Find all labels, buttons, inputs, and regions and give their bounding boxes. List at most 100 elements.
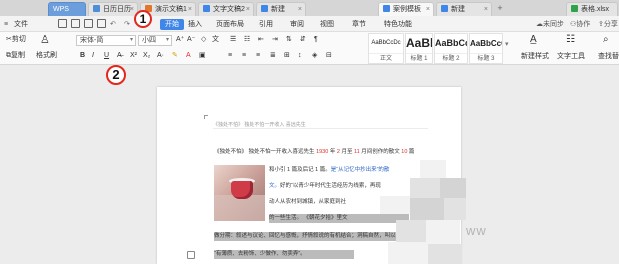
tab-new-2[interactable]: 新建 ×	[436, 2, 492, 16]
styles-more-icon[interactable]: ▾	[505, 40, 509, 50]
menu-start[interactable]: 开始	[160, 19, 184, 30]
text-tools-button[interactable]: 文字工具	[557, 52, 585, 62]
menu-page-layout[interactable]: 页面布局	[216, 19, 244, 30]
sort-icon[interactable]: ⇵	[300, 35, 306, 45]
close-tab-icon[interactable]: ×	[426, 3, 430, 16]
menu-view[interactable]: 视图	[320, 19, 334, 30]
collaborate-button[interactable]: ⚇协作	[570, 19, 590, 30]
text-tools-icon[interactable]: ☷	[566, 35, 575, 45]
highlight-icon[interactable]: ✎	[172, 51, 178, 61]
cloud-icon: ☁	[536, 21, 543, 28]
style-sample: AaBbCcC	[435, 38, 467, 48]
format-painter-button[interactable]: 格式刷	[36, 51, 57, 61]
font-size-value: 小四	[142, 37, 156, 44]
menu-special[interactable]: 特色功能	[384, 19, 412, 30]
underline-icon[interactable]: U	[104, 51, 109, 61]
new-tab-plus-icon[interactable]: +	[494, 2, 506, 14]
menu-review[interactable]: 审阅	[290, 19, 304, 30]
new-style-icon[interactable]: A̲	[530, 35, 537, 45]
close-tab-icon[interactable]: ×	[298, 3, 302, 16]
mosaic-block	[410, 178, 440, 198]
menu-file[interactable]: 文件	[14, 19, 28, 30]
export-icon[interactable]	[97, 19, 106, 28]
close-tab-icon[interactable]: ×	[130, 3, 134, 16]
style-heading-2[interactable]: AaBbCcC 标题 2	[434, 33, 468, 64]
chevron-down-icon: ▾	[129, 37, 133, 43]
save-icon[interactable]	[58, 19, 67, 28]
unsynced-status[interactable]: ☁未同步	[536, 19, 564, 30]
decrease-indent-icon[interactable]: ⇤	[258, 35, 264, 45]
subscript-icon[interactable]: X₂	[143, 51, 150, 61]
line-spacing-icon[interactable]: ↕	[298, 51, 302, 61]
text-line[interactable]: 动人从农村到城镇，从家庭到社	[269, 198, 389, 207]
document-icon	[261, 5, 268, 12]
menu-insert[interactable]: 插入	[188, 19, 202, 30]
shrink-font-icon[interactable]: A⁻	[187, 35, 195, 45]
text-direction-icon[interactable]: ⇅	[286, 35, 292, 45]
menu-icon[interactable]: ≡	[4, 19, 8, 30]
find-replace-button[interactable]: 查找替换	[598, 52, 619, 62]
close-tab-icon[interactable]: ×	[484, 3, 488, 16]
text-run: 好的“以青少年时代生活经历为线索，再现	[280, 183, 381, 189]
undo-icon[interactable]: ↶	[110, 19, 116, 30]
grow-font-icon[interactable]: A⁺	[176, 35, 184, 45]
numbered-list-icon[interactable]: ☷	[244, 35, 250, 45]
text-line[interactable]: 《独处不怕》 独处不怕一开收入喜远先生 1930 年 2 月至 11 月间创作的…	[214, 148, 454, 157]
redo-icon[interactable]: ↷	[124, 19, 130, 30]
font-name-select[interactable]: 宋体-简 ▾	[76, 35, 136, 46]
bullet-list-icon[interactable]: ☰	[230, 35, 236, 45]
font-color-icon[interactable]: A	[186, 51, 191, 61]
cut-button[interactable]: ✂剪切	[6, 35, 26, 45]
text-run: 月间创作的散文	[359, 149, 402, 155]
text-run: 动人从农村到城镇，从家庭到社	[269, 199, 347, 205]
borders-icon[interactable]: ⊟	[326, 51, 332, 61]
align-left-icon[interactable]: ≡	[228, 51, 232, 61]
text-run: “有薄质、去粉饰、少做作、勿卖弄”。	[214, 251, 306, 257]
callout-2: 2	[106, 65, 126, 85]
strikethrough-icon[interactable]: A̶	[117, 51, 122, 61]
style-heading-3[interactable]: AaBbCcC 标题 3	[469, 33, 503, 64]
copy-button[interactable]: ⧉复制	[6, 51, 25, 61]
close-tab-icon[interactable]: ×	[188, 3, 192, 16]
italic-icon[interactable]: I	[92, 51, 94, 61]
menu-references[interactable]: 引用	[259, 19, 273, 30]
phonetic-icon[interactable]: 文	[212, 35, 219, 45]
distributed-icon[interactable]: ⊞	[284, 51, 290, 61]
font-size-select[interactable]: 小四 ▾	[138, 35, 172, 46]
tab-label: 演示文稿1	[155, 6, 187, 13]
close-tab-icon[interactable]: ×	[246, 3, 250, 16]
tab-text-doc-2[interactable]: 文字文稿2 ×	[198, 2, 254, 16]
print-preview-icon[interactable]	[84, 19, 93, 28]
document-image[interactable]	[214, 165, 265, 221]
format-painter-icon[interactable]: ♙	[40, 35, 50, 46]
tab-calendar[interactable]: 日历日历 ×	[88, 2, 138, 16]
share-button[interactable]: ⇪分享	[598, 19, 618, 30]
corner-mark	[204, 115, 208, 119]
justify-icon[interactable]: ≣	[270, 51, 276, 61]
style-normal[interactable]: AaBbCcDc 正文	[368, 33, 404, 64]
show-marks-icon[interactable]: ¶	[314, 35, 318, 45]
tab-new-1[interactable]: 新建 ×	[256, 2, 306, 16]
bold-icon[interactable]: B	[80, 51, 85, 61]
shading-icon[interactable]: ◈	[312, 51, 317, 61]
selected-text-line[interactable]: 的一些生活。 《朝花夕拾》里文	[269, 214, 409, 223]
clear-format-icon[interactable]: ◇	[201, 35, 206, 45]
align-center-icon[interactable]: ≡	[242, 51, 246, 61]
page-options-icon[interactable]	[187, 251, 195, 259]
tab-case-template[interactable]: 案例模板 ×	[378, 2, 434, 16]
increase-indent-icon[interactable]: ⇥	[272, 35, 278, 45]
text-effect-icon[interactable]: A·	[157, 51, 164, 61]
tab-label: 新建	[271, 6, 285, 13]
tab-wps[interactable]: WPS	[48, 2, 86, 16]
tab-spreadsheet[interactable]: 表格.xlsx	[566, 2, 618, 16]
print-icon[interactable]	[71, 19, 80, 28]
page-header[interactable]: 《独处不怕》 独处不怕一开收入 喜远先生	[213, 121, 428, 129]
menu-section[interactable]: 章节	[352, 19, 366, 30]
char-border-icon[interactable]: ▣	[199, 51, 206, 61]
superscript-icon[interactable]: X²	[130, 51, 137, 61]
align-right-icon[interactable]: ≡	[256, 51, 260, 61]
new-style-button[interactable]: 新建样式	[521, 52, 549, 62]
selected-text-line[interactable]: “有薄质、去粉饰、少做作、勿卖弄”。	[214, 250, 354, 259]
search-icon[interactable]: ⌕	[603, 35, 609, 45]
style-heading-1[interactable]: AaBl 标题 1	[405, 33, 433, 64]
